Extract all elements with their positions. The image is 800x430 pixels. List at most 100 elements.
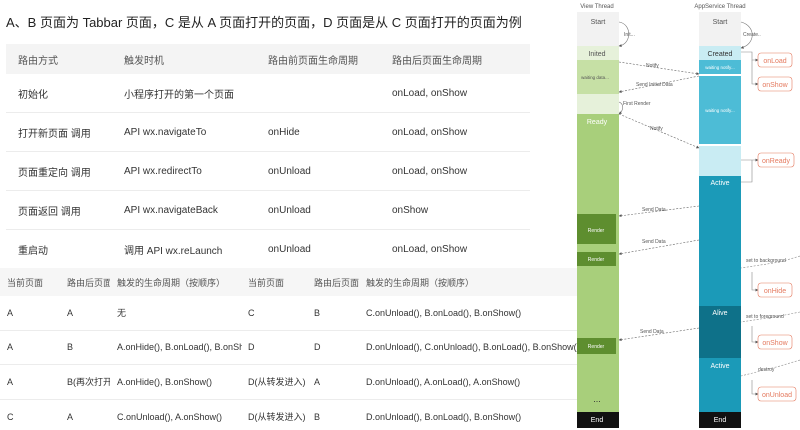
header-cell: 路由方式 [18,55,58,67]
table-cell: C [7,411,14,422]
table-cell: A [7,376,14,387]
hook-label: onHide [764,288,786,295]
header-cell: 触发的生命周期（按顺序） [117,277,226,288]
table-cell: D(从转发进入) [248,412,306,423]
notify-arrow [618,61,700,76]
view-start-block [577,12,619,46]
table-cell: B(再次打开) [67,377,110,388]
table-cell: D [248,342,255,353]
app-created-label: Created [708,51,733,58]
view-render-label: Render [588,228,605,234]
send-initial-data-label: Send Initial Data [636,82,673,88]
view-inited-label: Inited [588,51,605,58]
table-row: 重启动 调用 API wx.reLaunch onUnload onLoad, … [6,230,530,269]
table-cell: C.onUnload(), A.onShow() [117,411,223,422]
table-row: A B A.onHide(), B.onLoad(), B.onShow() D… [0,331,580,365]
table-cell: C [248,307,255,318]
table-row: A B(再次打开) A.onHide(), B.onShow() D(从转发进入… [0,365,580,400]
table-cell: API wx.navigateTo [124,126,207,138]
table-cell: B [67,342,74,353]
notify-arrow-label: Notify [650,126,663,132]
lifecycle-diagram: View Thread AppService Thread Start Init… [560,0,800,430]
table-cell: onUnload [268,204,311,216]
lifecycle-table-header: 当前页面 路由后页面 触发的生命周期（按顺序） 当前页面 路由后页面 触发的生命… [0,268,580,296]
table-cell: B [314,411,321,422]
hook-label: onLoad [763,58,786,65]
app-alive-label: Alive [712,310,727,317]
notify-arrow-label: Notify [646,63,659,69]
table-cell: D.onUnload(), B.onLoad(), B.onShow() [366,411,522,422]
table-row: C A C.onUnload(), A.onShow() D(从转发进入) B … [0,400,580,430]
table-cell: A.onHide(), B.onShow() [117,376,213,387]
header-cell: 路由前页面生命周期 [268,55,358,67]
table-row: 页面重定向 调用 API wx.redirectTo onUnload onLo… [6,152,530,191]
table-cell: onUnload [268,244,311,255]
app-active-label: Active [710,363,729,370]
app-end-label: End [714,417,727,424]
header-cell: 当前页面 [248,277,285,288]
view-waiting-label: waiting data... [581,75,609,80]
view-render-label: Render [588,344,605,350]
header-cell: 路由后页面生命周期 [392,55,482,67]
table-cell: onUnload [268,165,311,177]
view-render-label: Render [588,257,605,263]
table-cell: 小程序打开的第一个页面 [124,89,234,101]
table-row: 打开新页面 调用 API wx.navigateTo onHide onLoad… [6,113,530,152]
header-cell: 当前页面 [7,277,44,288]
hook-label: onReady [762,158,791,165]
view-dots-label: ... [593,394,601,404]
table-cell: D.onUnload(), C.onUnload(), B.onLoad(), … [366,342,580,353]
table-cell: 页面返回 调用 [18,206,81,218]
hook-connector [751,60,759,86]
hook-connector [741,160,753,183]
table-cell: 打开新页面 调用 [18,128,91,140]
hook-label: onShow [762,82,788,89]
table-cell: A [7,307,14,318]
table-cell: 初始化 [18,89,48,101]
page-heading: A、B 页面为 Tabbar 页面，C 是从 A 页面打开的页面，D 页面是从 … [6,15,522,30]
header-cell: 路由后页面 [314,277,360,288]
to-foreground-label: set to foreground [746,314,784,320]
send-data-label: Send Data [640,329,664,335]
first-render-label: First Render [623,101,651,107]
app-start-label: Start [713,19,728,26]
app-ready-block [699,146,741,176]
table-cell: onHide [268,126,300,138]
hook-connector [741,51,759,62]
table-cell: 调用 API wx.reLaunch [124,246,223,257]
table-row: 页面返回 调用 API wx.navigateBack onUnload onS… [6,191,530,230]
to-background-label: set to background [746,258,786,264]
table-cell: A.onHide(), B.onLoad(), B.onShow() [117,342,242,353]
table-cell: onLoad, onShow [392,87,468,99]
table-cell: onLoad, onShow [392,126,468,138]
table-cell: onShow [392,204,429,216]
lifecycle-diagram-svg: View Thread AppService Thread Start Init… [577,4,800,428]
table-cell: onLoad, onShow [392,165,468,177]
header-cell: 触发的生命周期（按顺序） [366,277,475,288]
hook-label: onShow [762,340,788,347]
lifecycle-table: 当前页面 路由后页面 触发的生命周期（按顺序） 当前页面 路由后页面 触发的生命… [0,268,580,430]
appservice-thread-title: AppService Thread [694,4,745,10]
table-cell: onLoad, onShow [392,244,468,255]
table-cell: 页面重定向 调用 [18,167,91,179]
view-end-label: End [591,417,604,424]
table-cell: 重启动 [18,246,48,257]
send-data-label: Send Data [642,239,666,245]
table-cell: A [314,376,321,387]
destroy-label: destroy [758,367,775,373]
table-cell: API wx.redirectTo [124,165,202,177]
table-cell: A [7,342,14,353]
table-row: 初始化 小程序打开的第一个页面 onLoad, onShow [6,74,530,113]
table-cell: D(从转发进入) [248,377,306,388]
table-cell: D.onUnload(), A.onLoad(), A.onShow() [366,376,521,387]
table-row: A A 无 C B C.onUnload(), B.onLoad(), B.on… [0,296,580,331]
hook-connector [751,326,759,344]
view-firstrender-block [577,94,619,114]
send-data-label: Send Data [642,207,666,213]
create-arrow-label: Create.. [743,32,761,38]
table-cell: B [314,307,321,318]
app-active-block [699,176,741,306]
hook-connector [751,272,759,292]
app-waiting-label: waiting notify... [705,65,734,70]
app-active-label: Active [710,180,729,187]
